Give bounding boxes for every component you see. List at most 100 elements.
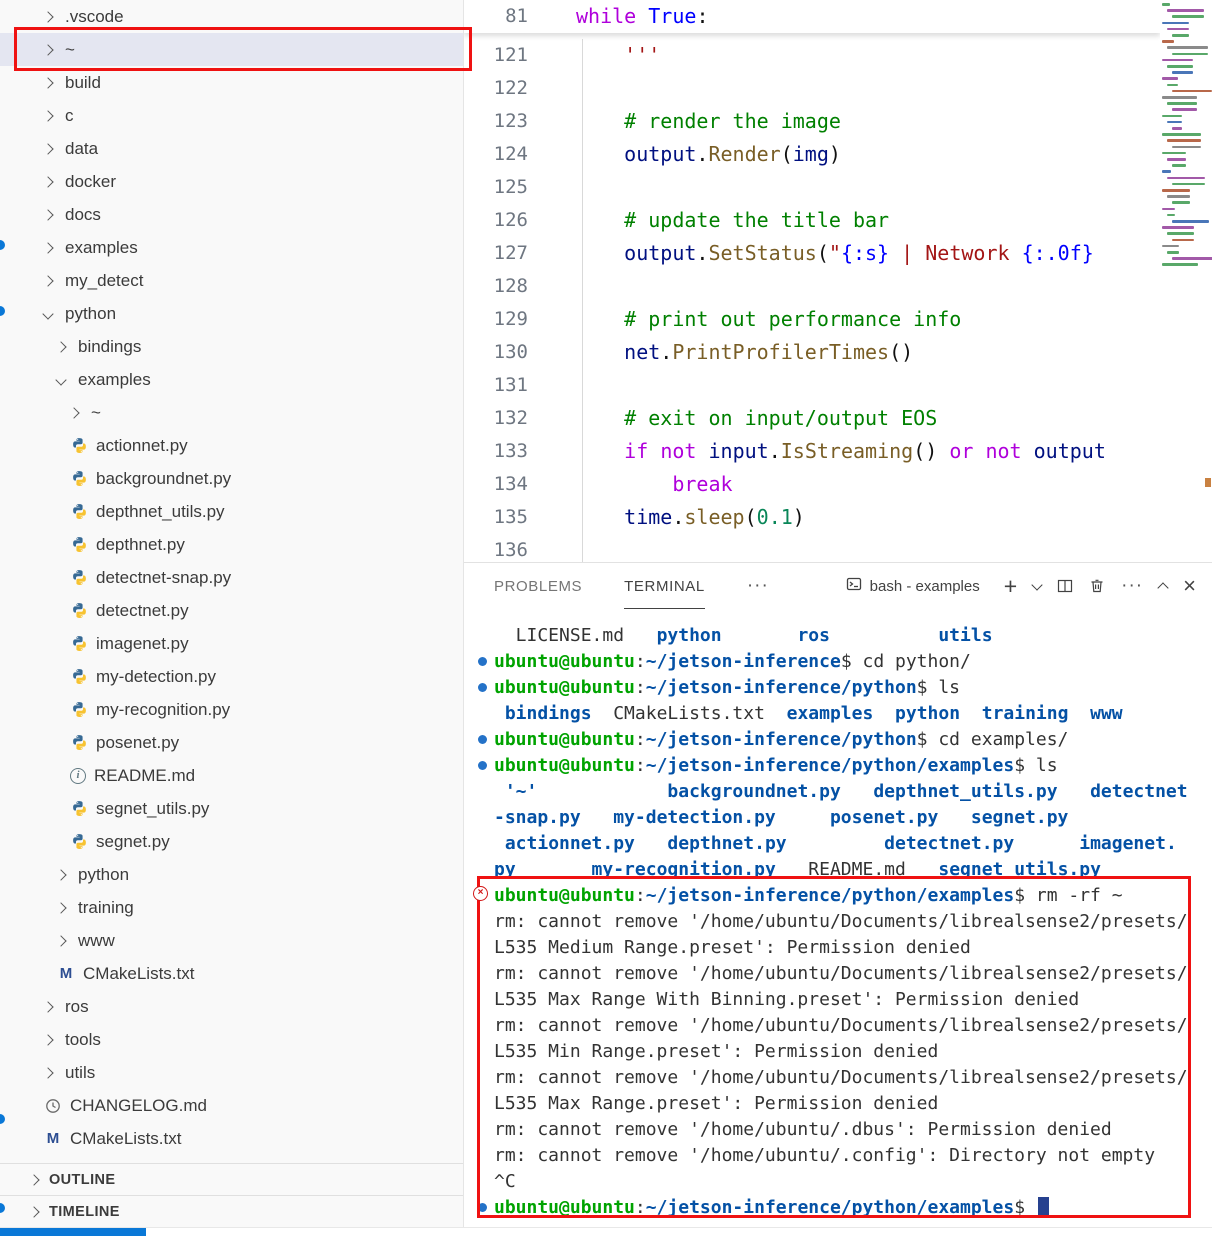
close-panel-button[interactable]: × <box>1183 576 1196 596</box>
tree-file-cmakelists-txt[interactable]: MCMakeLists.txt <box>0 957 463 990</box>
line-number: 134 <box>464 468 538 501</box>
kill-terminal-button[interactable] <box>1089 578 1105 594</box>
tree-file-segnet-utils-py[interactable]: segnet_utils.py <box>0 792 463 825</box>
tree-folder-docker[interactable]: docker <box>0 165 463 198</box>
command-decoration-dot[interactable] <box>478 1203 487 1212</box>
more-tabs-icon[interactable]: ··· <box>747 575 769 597</box>
tree-file-segnet-py[interactable]: segnet.py <box>0 825 463 858</box>
tree-folder-data[interactable]: data <box>0 132 463 165</box>
code-line-135[interactable]: 135 time.sleep(0.1) <box>464 501 1160 534</box>
code-editor[interactable]: 121 '''122123 # render the image124 outp… <box>464 0 1212 562</box>
tree-item-label: backgroundnet.py <box>96 469 231 489</box>
tree-folder-examples[interactable]: examples <box>0 231 463 264</box>
tree-item-label: actionnet.py <box>96 436 188 456</box>
code-line-123[interactable]: 123 # render the image <box>464 105 1160 138</box>
command-decoration-dot[interactable] <box>478 761 487 770</box>
tree-item-label: CMakeLists.txt <box>83 964 194 984</box>
terminal-line: ubuntu@ubuntu:~/jetson-inference/python/… <box>494 1195 1212 1221</box>
sticky-scroll-line[interactable]: 81while True: <box>464 0 1160 33</box>
command-error-icon[interactable]: × <box>473 886 488 901</box>
command-decoration-dot[interactable] <box>478 657 487 666</box>
tree-file-imagenet-py[interactable]: imagenet.py <box>0 627 463 660</box>
tab-problems[interactable]: PROBLEMS <box>494 563 582 609</box>
code-line-127[interactable]: 127 output.SetStatus("{:s} | Network {:.… <box>464 237 1160 270</box>
terminal-line: py my-recognition.py README.md segnet_ut… <box>494 857 1212 883</box>
code-line-130[interactable]: 130 net.PrintProfilerTimes() <box>464 336 1160 369</box>
terminal-line: -snap.py my-detection.py posenet.py segn… <box>494 805 1212 831</box>
tree-folder-build[interactable]: build <box>0 66 463 99</box>
terminal-line: ubuntu@ubuntu:~/jetson-inference/python$… <box>494 675 1212 701</box>
tree-folder-utils[interactable]: utils <box>0 1056 463 1089</box>
tree-folder-www[interactable]: www <box>0 924 463 957</box>
line-number: 121 <box>464 39 538 72</box>
tree-file-detectnet-snap-py[interactable]: detectnet-snap.py <box>0 561 463 594</box>
split-terminal-button[interactable] <box>1057 578 1073 594</box>
terminal-output[interactable]: LICENSE.md python ros utils ubuntu@ubuntu… <box>464 609 1212 1219</box>
terminal-instance-dropdown[interactable]: bash - examples <box>846 576 980 596</box>
tree-item-label: CHANGELOG.md <box>70 1096 207 1116</box>
tree-file-my-recognition-py[interactable]: my-recognition.py <box>0 693 463 726</box>
code-line-129[interactable]: 129 # print out performance info <box>464 303 1160 336</box>
command-decoration-dot[interactable] <box>478 735 487 744</box>
tree-folder-my-detect[interactable]: my_detect <box>0 264 463 297</box>
tree-file-depthnet-utils-py[interactable]: depthnet_utils.py <box>0 495 463 528</box>
panel-more-actions-icon[interactable]: ··· <box>1121 575 1143 597</box>
terminal-line: rm: cannot remove '/home/ubuntu/Document… <box>494 909 1212 935</box>
tree-file-posenet-py[interactable]: posenet.py <box>0 726 463 759</box>
timeline-label: TIMELINE <box>49 1204 120 1220</box>
tab-terminal[interactable]: TERMINAL <box>624 563 705 609</box>
tree-item-label: CMakeLists.txt <box>70 1129 181 1149</box>
tree-folder-training[interactable]: training <box>0 891 463 924</box>
overview-ruler[interactable] <box>1204 0 1212 562</box>
code-line-136[interactable]: 136 <box>464 534 1160 562</box>
tree-file-changelog-md[interactable]: CHANGELOG.md <box>0 1089 463 1122</box>
tree-folder--[interactable]: ~ <box>0 396 463 429</box>
line-number: 127 <box>464 237 538 270</box>
tree-item-label: data <box>65 139 98 159</box>
code-line-132[interactable]: 132 # exit on input/output EOS <box>464 402 1160 435</box>
maximize-panel-button[interactable] <box>1159 581 1167 592</box>
tree-file-cmakelists-txt[interactable]: MCMakeLists.txt <box>0 1122 463 1155</box>
terminal-dropdown-chevron-icon[interactable] <box>1033 584 1041 589</box>
tree-file-depthnet-py[interactable]: depthnet.py <box>0 528 463 561</box>
code-line-128[interactable]: 128 <box>464 270 1160 303</box>
tree-folder--vscode[interactable]: .vscode <box>0 0 463 33</box>
code-line-81[interactable]: 81while True: <box>464 0 1160 33</box>
chevron-right-icon <box>42 77 53 88</box>
terminal-line: L535 Max Range With Binning.preset': Per… <box>494 987 1212 1013</box>
tree-folder--[interactable]: ~ <box>0 33 463 66</box>
tree-file-detectnet-py[interactable]: detectnet.py <box>0 594 463 627</box>
tree-folder-c[interactable]: c <box>0 99 463 132</box>
code-line-134[interactable]: 134 break <box>464 468 1160 501</box>
tree-folder-examples[interactable]: examples <box>0 363 463 396</box>
code-line-126[interactable]: 126 # update the title bar <box>464 204 1160 237</box>
code-text <box>538 534 576 562</box>
terminal-line: LICENSE.md python ros utils <box>494 623 1212 649</box>
code-line-124[interactable]: 124 output.Render(img) <box>464 138 1160 171</box>
terminal-line: L535 Min Range.preset': Permission denie… <box>494 1039 1212 1065</box>
tree-folder-docs[interactable]: docs <box>0 198 463 231</box>
command-decoration-dot[interactable] <box>478 683 487 692</box>
tree-item-label: posenet.py <box>96 733 179 753</box>
code-line-122[interactable]: 122 <box>464 72 1160 105</box>
code-line-131[interactable]: 131 <box>464 369 1160 402</box>
minimap[interactable] <box>1160 0 1204 562</box>
python-icon <box>70 800 88 818</box>
code-lines: 121 '''122123 # render the image124 outp… <box>464 39 1160 562</box>
code-line-125[interactable]: 125 <box>464 171 1160 204</box>
tree-folder-ros[interactable]: ros <box>0 990 463 1023</box>
tree-file-readme-md[interactable]: iREADME.md <box>0 759 463 792</box>
code-line-121[interactable]: 121 ''' <box>464 39 1160 72</box>
code-line-133[interactable]: 133 if not input.IsStreaming() or not ou… <box>464 435 1160 468</box>
timeline-section-header[interactable]: TIMELINE <box>0 1195 463 1227</box>
tree-item-label: depthnet_utils.py <box>96 502 225 522</box>
new-terminal-button[interactable]: + <box>1004 576 1017 596</box>
outline-section-header[interactable]: OUTLINE <box>0 1163 463 1195</box>
tree-folder-python[interactable]: python <box>0 297 463 330</box>
tree-file-actionnet-py[interactable]: actionnet.py <box>0 429 463 462</box>
tree-file-backgroundnet-py[interactable]: backgroundnet.py <box>0 462 463 495</box>
tree-folder-bindings[interactable]: bindings <box>0 330 463 363</box>
tree-folder-tools[interactable]: tools <box>0 1023 463 1056</box>
tree-file-my-detection-py[interactable]: my-detection.py <box>0 660 463 693</box>
tree-folder-python[interactable]: python <box>0 858 463 891</box>
